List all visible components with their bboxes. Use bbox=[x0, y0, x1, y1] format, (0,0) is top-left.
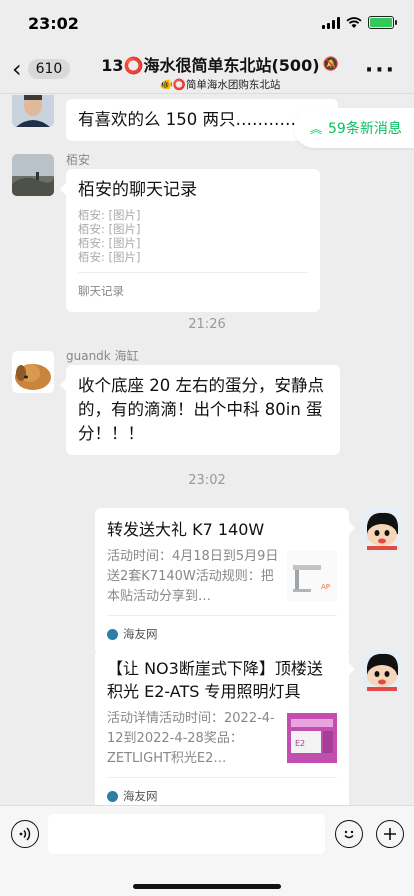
chat-record-line: 栢安: [图片] bbox=[78, 222, 141, 236]
chat-record-line: 栢安: [图片] bbox=[78, 236, 141, 250]
status-icons bbox=[322, 16, 397, 29]
message-bubble[interactable]: 收个底座 20 左右的蛋分，安静点的，有的滴滴！出个中科 80in 蛋分！！！ bbox=[60, 365, 340, 455]
sender-name: 栢安 bbox=[66, 153, 91, 167]
avatar[interactable] bbox=[12, 351, 54, 393]
timestamp: 23:02 bbox=[188, 473, 226, 488]
sender-name: guandk 海缸 bbox=[66, 349, 139, 363]
avatar[interactable] bbox=[12, 154, 54, 196]
message-text: 有喜欢的么 150 两只…………自 bbox=[78, 110, 318, 129]
link-card-source: 海友网 bbox=[123, 627, 158, 641]
new-messages-count: 59条新消息 bbox=[328, 121, 402, 137]
chat-record-footer: 聊天记录 bbox=[78, 272, 308, 303]
chat-subtitle: 🐠⭕简单海水团购东北站 bbox=[159, 79, 281, 91]
chat-title: 13⭕海水很简单东北站(500) 🔕 bbox=[90, 52, 350, 76]
link-card-title: 【让 NO3断崖式下降】顶楼送积光 E2-ATS 专用照明灯具 bbox=[107, 659, 323, 701]
chat-messages[interactable]: 有喜欢的么 150 两只…………自 ︽ 59条新消息 栢安 栢安的聊天记录 栢安… bbox=[0, 95, 414, 805]
link-card[interactable]: 【让 NO3断崖式下降】顶楼送积光 E2-ATS 专用照明灯具 活动详情活动时间… bbox=[95, 649, 355, 805]
link-card-body: 活动详情活动时间：2022-4-12到2022-4-28奖品：ZETLIGHT积… bbox=[107, 709, 337, 769]
svg-text:E2: E2 bbox=[295, 739, 305, 748]
smiley-icon bbox=[344, 830, 354, 839]
chat-record-line: 栢安: [图片] bbox=[78, 208, 141, 222]
battery-icon bbox=[368, 16, 397, 29]
link-card-footer: 海友网 bbox=[107, 777, 337, 805]
double-chevron-up-icon: ︽ bbox=[310, 121, 323, 136]
link-card-source: 海友网 bbox=[123, 789, 158, 803]
voice-input-button[interactable] bbox=[11, 820, 39, 848]
chevron-left-icon: ‹ bbox=[12, 55, 22, 83]
svg-text:AP: AP bbox=[321, 583, 330, 591]
link-card-body: 活动时间：4月18日到5月9日送2套K7140W活动规则：把本贴活动分享到… A… bbox=[107, 547, 337, 607]
avatar[interactable] bbox=[361, 649, 403, 691]
avatar[interactable] bbox=[361, 508, 403, 550]
timestamp: 21:26 bbox=[188, 317, 226, 332]
status-time: 23:02 bbox=[28, 14, 79, 33]
link-card[interactable]: 转发送大礼 K7 140W 活动时间：4月18日到5月9日送2套K7140W活动… bbox=[95, 508, 355, 654]
more-options-button[interactable]: ··· bbox=[365, 58, 396, 83]
link-card-footer: 海友网 bbox=[107, 615, 337, 646]
chat-record-title: 栢安的聊天记录 bbox=[78, 180, 197, 200]
wifi-icon bbox=[346, 16, 362, 28]
home-indicator[interactable] bbox=[133, 884, 281, 889]
voice-icon bbox=[19, 827, 31, 841]
link-card-thumbnail: AP bbox=[287, 551, 337, 601]
chat-title-block[interactable]: 13⭕海水很简单东北站(500) 🔕 🐠⭕简单海水团购东北站 bbox=[90, 52, 350, 92]
new-messages-button[interactable]: ︽ 59条新消息 bbox=[294, 108, 414, 148]
message-input[interactable] bbox=[48, 814, 325, 854]
chat-title-text: 13⭕海水很简单东北站(500) bbox=[101, 56, 320, 75]
link-card-description: 活动详情活动时间：2022-4-12到2022-4-28奖品：ZETLIGHT积… bbox=[107, 711, 275, 766]
chat-record-line: 栢安: [图片] bbox=[78, 250, 141, 264]
avatar[interactable] bbox=[12, 95, 54, 127]
chat-header: ‹ 610 13⭕海水很简单东北站(500) 🔕 🐠⭕简单海水团购东北站 ··· bbox=[0, 46, 414, 94]
emoji-button[interactable] bbox=[335, 820, 363, 848]
source-logo-icon bbox=[107, 628, 118, 640]
link-card-title: 转发送大礼 K7 140W bbox=[107, 520, 265, 539]
unread-count-badge: 610 bbox=[27, 59, 71, 79]
cellular-signal-icon bbox=[322, 16, 340, 29]
back-button[interactable]: ‹ 610 bbox=[12, 55, 71, 83]
more-actions-button[interactable] bbox=[376, 820, 404, 848]
chat-record-card[interactable]: 栢安的聊天记录 栢安: [图片] 栢安: [图片] 栢安: [图片] 栢安: [… bbox=[60, 169, 320, 312]
source-logo-icon bbox=[107, 790, 118, 802]
link-card-description: 活动时间：4月18日到5月9日送2套K7140W活动规则：把本贴活动分享到… bbox=[107, 549, 279, 604]
mute-bell-icon: 🔕 bbox=[322, 56, 339, 72]
link-card-thumbnail: E2 bbox=[287, 713, 337, 763]
plus-icon bbox=[384, 828, 396, 840]
status-bar: 23:02 bbox=[0, 0, 414, 46]
message-text: 收个底座 20 左右的蛋分，安静点的，有的滴滴！出个中科 80in 蛋分！！！ bbox=[78, 376, 324, 443]
chat-input-bar bbox=[0, 805, 414, 896]
